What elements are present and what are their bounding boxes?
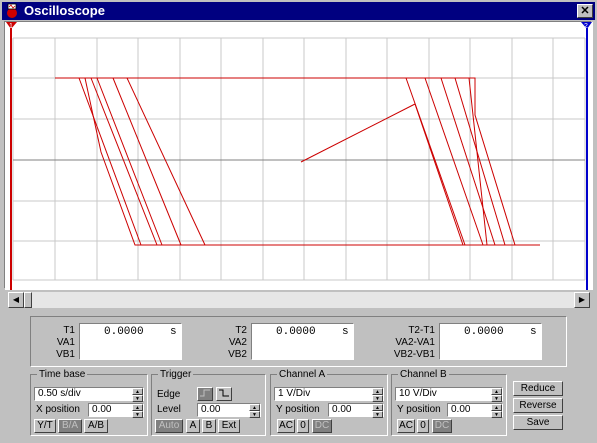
falling-edge-button[interactable] (216, 387, 232, 401)
arrow-right-icon: ▶ (578, 295, 586, 304)
spin-down-icon[interactable]: ▼ (132, 395, 143, 402)
channel-a-ypos-label: Y position (276, 404, 320, 415)
t2-unit: s (342, 326, 349, 338)
mode-yt-button[interactable]: Y/T (34, 419, 56, 433)
trigger-level-spinner[interactable]: 0.00 ▲ ▼ (197, 403, 261, 418)
oscilloscope-window: Oscilloscope ✕ 1 2 ◀ ▶ T1 VA1 VB1 0.0000… (0, 0, 597, 443)
channel-b-zero-button[interactable]: 0 (417, 419, 429, 433)
channel-a-scale-spinner[interactable]: 1 V/Div ▲ ▼ (274, 387, 384, 402)
time-base-group: Time base 0.50 s/div ▲ ▼ X position 0.00… (30, 369, 148, 436)
mode-ba-button[interactable]: B/A (58, 419, 82, 433)
spin-down-icon[interactable]: ▼ (372, 395, 383, 402)
trigger-title: Trigger (158, 369, 194, 380)
cursor-2-label: 2 (584, 23, 588, 30)
channel-a-ypos-value: 0.00 (332, 404, 352, 415)
readout-box-t2: 0.0000 s (251, 323, 354, 360)
readout-box-delta: 0.0000 s (439, 323, 542, 360)
spin-up-icon[interactable]: ▲ (372, 404, 383, 411)
window-title: Oscilloscope (24, 3, 105, 18)
trigger-group: Trigger Edge Level 0.00 ▲ ▼ Auto A B Ext (151, 369, 266, 436)
spin-down-icon[interactable]: ▼ (249, 411, 260, 418)
t1-unit: s (170, 326, 177, 338)
time-base-scale-value: 0.50 s/div (38, 388, 81, 399)
trigger-ext-button[interactable]: Ext (218, 419, 240, 433)
t2-value: 0.0000 (276, 326, 316, 338)
scroll-right-button[interactable]: ▶ (574, 292, 590, 308)
channel-a-group: Channel A 1 V/Div ▲ ▼ Y position 0.00 ▲ … (270, 369, 388, 436)
trigger-level-value: 0.00 (201, 404, 221, 415)
spin-up-icon[interactable]: ▲ (132, 388, 143, 395)
channel-b-scale-spinner[interactable]: 10 V/Div ▲ ▼ (395, 387, 503, 402)
channel-a-dc-button[interactable]: DC (312, 419, 332, 433)
oscilloscope-app-icon (7, 3, 17, 18)
label-t1: T1 (63, 325, 75, 336)
channel-b-ac-button[interactable]: AC (397, 419, 415, 433)
delta-unit: s (530, 326, 537, 338)
scope-screen[interactable]: 1 2 (5, 22, 593, 290)
grid (12, 37, 586, 281)
time-base-title: Time base (37, 369, 88, 380)
cursor-1-label: 1 (9, 23, 13, 30)
spin-down-icon[interactable]: ▼ (372, 411, 383, 418)
horizontal-scrollbar[interactable]: ◀ ▶ (8, 292, 590, 308)
label-va2-va1: VA2-VA1 (395, 337, 435, 348)
trigger-auto-button[interactable]: Auto (155, 419, 183, 433)
scope-display: 1 2 (4, 21, 593, 290)
label-t2: T2 (235, 325, 247, 336)
channel-b-dc-button[interactable]: DC (432, 419, 452, 433)
label-va1: VA1 (56, 337, 75, 348)
channel-b-group: Channel B 10 V/Div ▲ ▼ Y position 0.00 ▲… (391, 369, 507, 436)
close-button[interactable]: ✕ (577, 4, 593, 18)
save-button[interactable]: Save (513, 415, 563, 430)
title-bar[interactable]: Oscilloscope ✕ (2, 2, 595, 20)
arrow-left-icon: ◀ (12, 295, 20, 304)
channel-b-ypos-value: 0.00 (451, 404, 471, 415)
trigger-a-button[interactable]: A (186, 419, 200, 433)
spin-up-icon[interactable]: ▲ (491, 388, 502, 395)
readout-box-t1: 0.0000 s (79, 323, 182, 360)
channel-b-ypos-label: Y position (397, 404, 441, 415)
label-vb2: VB2 (228, 349, 247, 360)
channel-a-title: Channel A (277, 369, 328, 380)
x-position-label: X position (36, 404, 80, 415)
spin-down-icon[interactable]: ▼ (491, 411, 502, 418)
x-position-value: 0.00 (92, 404, 112, 415)
spin-up-icon[interactable]: ▲ (249, 404, 260, 411)
channel-b-title: Channel B (398, 369, 449, 380)
edge-label: Edge (157, 389, 181, 400)
x-position-spinner[interactable]: 0.00 ▲ ▼ (88, 403, 144, 418)
label-va2: VA2 (228, 337, 247, 348)
label-vb1: VB1 (56, 349, 75, 360)
label-t2-t1: T2-T1 (408, 325, 435, 336)
channel-a-zero-button[interactable]: 0 (297, 419, 309, 433)
spin-up-icon[interactable]: ▲ (372, 388, 383, 395)
falling-edge-icon (219, 389, 229, 397)
scroll-left-button[interactable]: ◀ (8, 292, 24, 308)
spin-down-icon[interactable]: ▼ (132, 411, 143, 418)
level-label: Level (157, 404, 181, 415)
t1-value: 0.0000 (104, 326, 144, 338)
delta-value: 0.0000 (464, 326, 504, 338)
channel-a-ypos-spinner[interactable]: 0.00 ▲ ▼ (328, 403, 384, 418)
reduce-button[interactable]: Reduce (513, 381, 563, 396)
rising-edge-button[interactable] (197, 387, 213, 401)
channel-a-ac-button[interactable]: AC (277, 419, 295, 433)
channel-a-scale-value: 1 V/Div (278, 388, 311, 399)
channel-b-ypos-spinner[interactable]: 0.00 ▲ ▼ (447, 403, 503, 418)
scroll-thumb[interactable] (24, 292, 32, 308)
time-base-scale-spinner[interactable]: 0.50 s/div ▲ ▼ (34, 387, 144, 402)
spin-up-icon[interactable]: ▲ (491, 404, 502, 411)
reverse-button[interactable]: Reverse (513, 398, 563, 413)
trace-channel (55, 77, 540, 246)
spin-down-icon[interactable]: ▼ (491, 395, 502, 402)
cursor-readout-panel: T1 VA1 VB1 0.0000 s T2 VA2 VB2 0.0000 s … (30, 316, 567, 367)
mode-ab-button[interactable]: A/B (84, 419, 108, 433)
label-vb2-vb1: VB2-VB1 (393, 349, 435, 360)
spin-up-icon[interactable]: ▲ (132, 404, 143, 411)
trigger-b-button[interactable]: B (202, 419, 216, 433)
channel-b-scale-value: 10 V/Div (399, 388, 437, 399)
rising-edge-icon (200, 389, 210, 397)
close-icon: ✕ (580, 5, 590, 17)
